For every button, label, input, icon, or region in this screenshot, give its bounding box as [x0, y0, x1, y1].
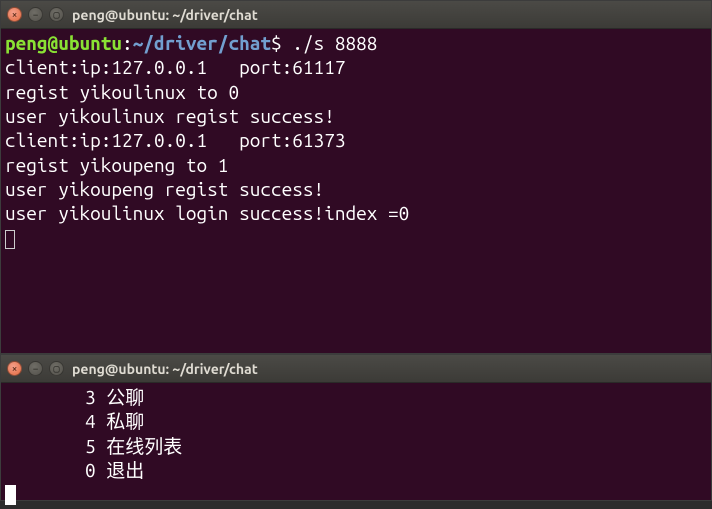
maximize-button[interactable]: ▢: [49, 7, 64, 22]
output-line: regist yikoulinux to 0: [5, 81, 239, 103]
window-title: peng@ubuntu: ~/driver/chat: [72, 361, 258, 377]
menu-num: 0: [85, 459, 96, 481]
cursor: [5, 485, 16, 505]
prompt-path: ~/driver/chat: [133, 32, 271, 54]
command-text: ./s 8888: [292, 32, 377, 54]
terminal-window-1: × − ▢ peng@ubuntu: ~/driver/chat peng@ub…: [0, 0, 712, 354]
cursor: [5, 230, 15, 249]
menu-label: 在线列表: [106, 435, 182, 457]
close-button[interactable]: ×: [7, 361, 22, 376]
maximize-button[interactable]: ▢: [49, 361, 64, 376]
menu-label: 公聊: [106, 386, 144, 408]
prompt-user: peng@ubuntu: [5, 32, 122, 54]
terminal-body-2[interactable]: 3 公聊 4 私聊 5 在线列表 0 退出: [1, 383, 711, 509]
window-title: peng@ubuntu: ~/driver/chat: [72, 7, 258, 23]
window-controls: × − ▢: [7, 7, 64, 22]
output-line: user yikoulinux login success!index =0: [5, 202, 409, 224]
output-line: client:ip:127.0.0.1 port:61117: [5, 56, 345, 78]
terminal-body-1[interactable]: peng@ubuntu:~/driver/chat$ ./s 8888 clie…: [1, 29, 711, 252]
menu-num: 4: [85, 410, 96, 432]
prompt-sep: :: [122, 32, 133, 54]
close-button[interactable]: ×: [7, 7, 22, 22]
output-line: regist yikoupeng to 1: [5, 154, 228, 176]
menu-num: 5: [85, 435, 96, 457]
prompt-dollar: $: [271, 32, 292, 54]
output-line: user yikoulinux regist success!: [5, 105, 335, 127]
menu-label: 退出: [106, 459, 144, 481]
minimize-button[interactable]: −: [28, 7, 43, 22]
window-controls: × − ▢: [7, 361, 64, 376]
menu-num: 3: [85, 386, 96, 408]
titlebar[interactable]: × − ▢ peng@ubuntu: ~/driver/chat: [1, 355, 711, 383]
terminal-window-2: × − ▢ peng@ubuntu: ~/driver/chat 3 公聊 4 …: [0, 354, 712, 501]
output-line: client:ip:127.0.0.1 port:61373: [5, 129, 345, 151]
titlebar[interactable]: × − ▢ peng@ubuntu: ~/driver/chat: [1, 1, 711, 29]
output-line: user yikoupeng regist success!: [5, 178, 324, 200]
minimize-button[interactable]: −: [28, 361, 43, 376]
menu-label: 私聊: [106, 410, 144, 432]
